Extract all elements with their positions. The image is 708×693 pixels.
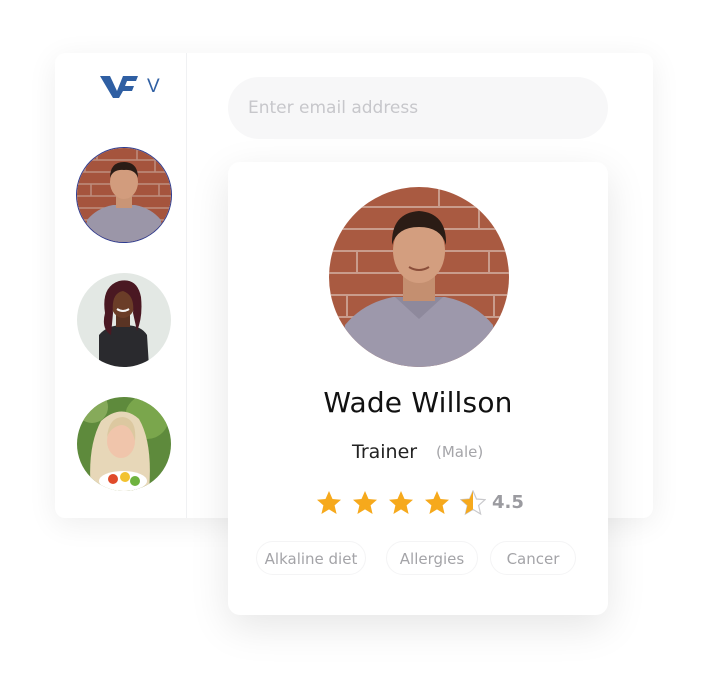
star-icon	[317, 491, 341, 514]
star-icon	[425, 491, 449, 514]
star-icon	[460, 490, 486, 516]
profile-name: Wade Willson	[323, 386, 513, 419]
brand-logo-letter: V	[147, 76, 160, 97]
profile-gender: (Male)	[436, 443, 484, 461]
profile-photo	[329, 187, 509, 367]
rating-stars	[316, 490, 496, 518]
sidebar-avatar-2[interactable]	[77, 273, 171, 367]
rating-value: 4.5	[492, 492, 524, 513]
star-icon	[389, 491, 413, 514]
sidebar-avatar-1[interactable]	[77, 148, 171, 242]
profile-role: Trainer	[352, 441, 418, 463]
tag-allergies[interactable]: Allergies	[386, 541, 478, 575]
tag-cancer[interactable]: Cancer	[490, 541, 576, 575]
tag-alkaline-diet[interactable]: Alkaline diet	[256, 541, 366, 575]
star-icon	[353, 491, 377, 514]
email-search-input[interactable]	[228, 77, 608, 139]
sidebar-avatar-3[interactable]	[77, 397, 171, 491]
